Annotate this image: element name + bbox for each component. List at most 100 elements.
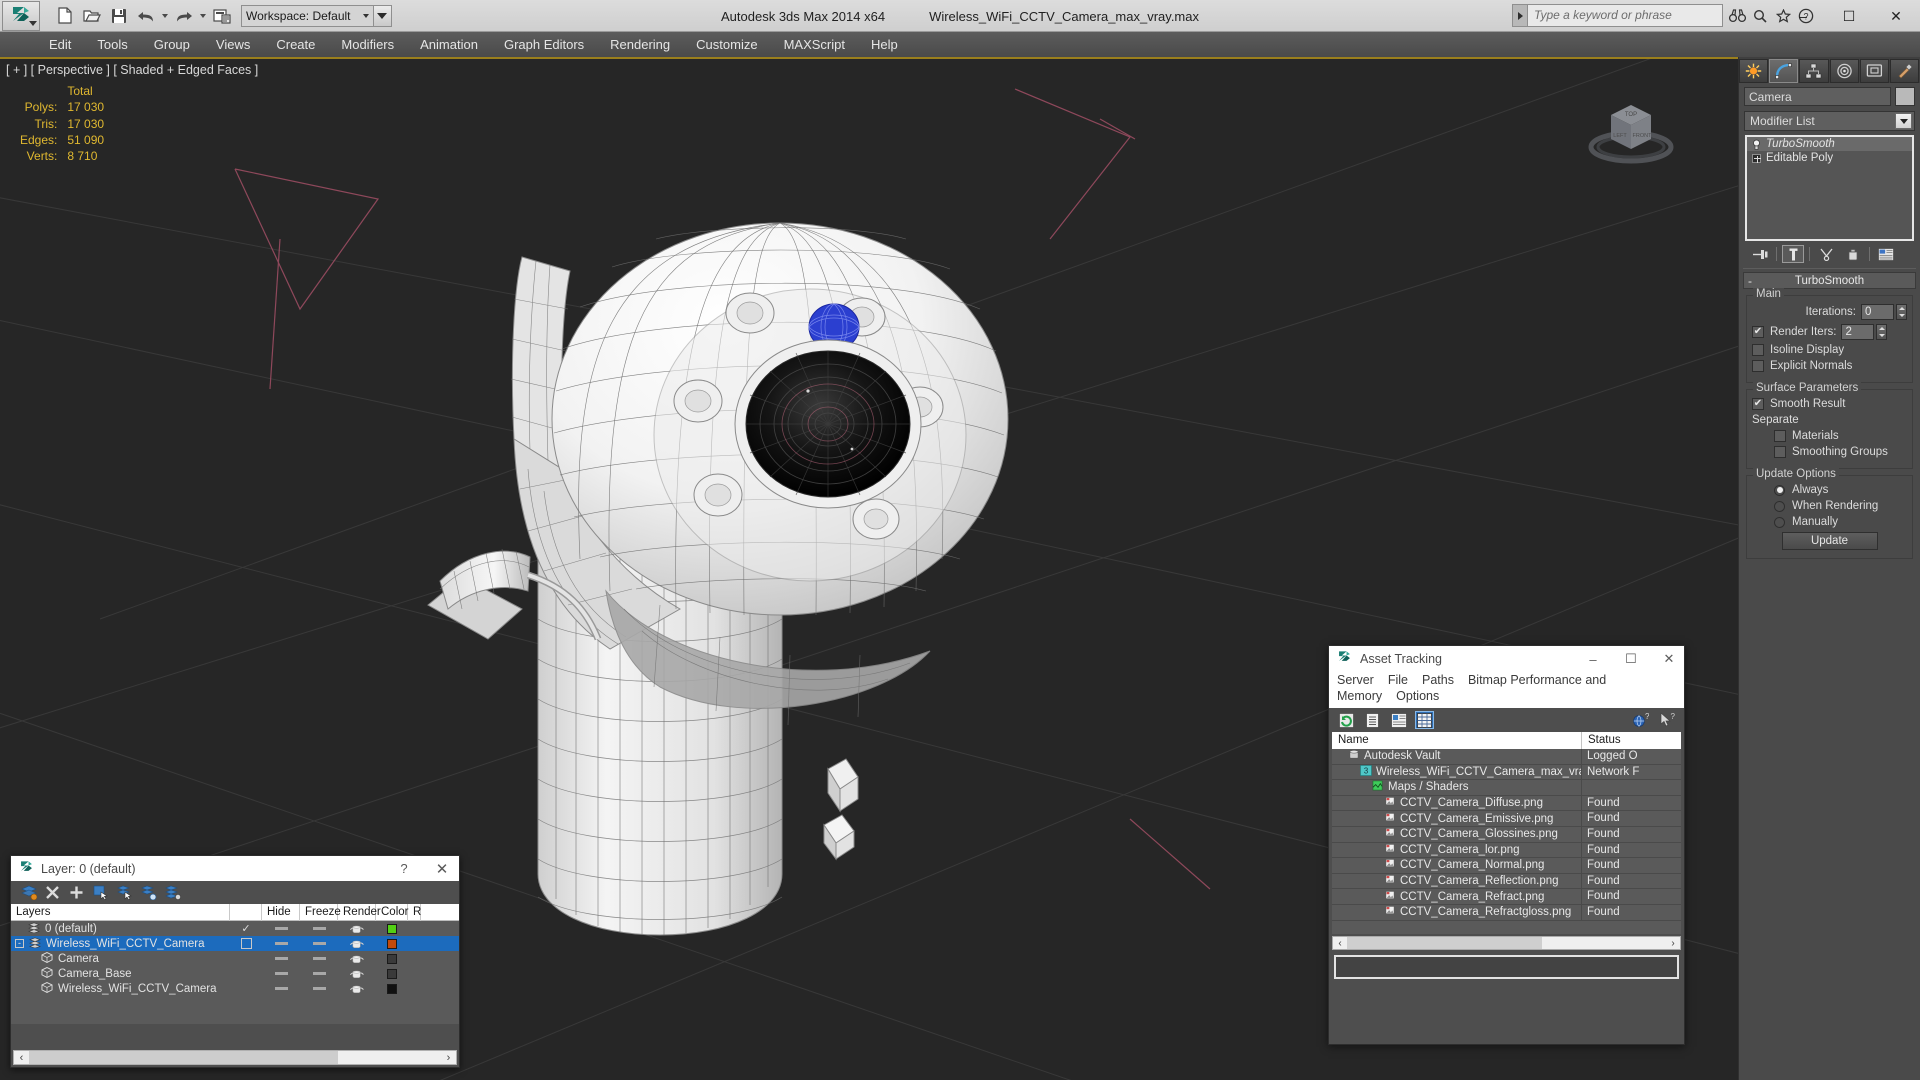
tab-create[interactable] (1739, 59, 1769, 83)
color-swatch[interactable] (387, 953, 397, 964)
check-icon[interactable]: ✓ (241, 922, 250, 935)
layer-hide-cell[interactable] (262, 972, 300, 975)
update-always-radio[interactable] (1774, 484, 1785, 496)
explicit-normals-checkbox[interactable] (1752, 360, 1764, 372)
render-iters-spinner[interactable] (1876, 324, 1888, 340)
render-iters-checkbox[interactable] (1752, 326, 1764, 338)
undo-button[interactable] (133, 4, 159, 28)
menu-item-tools[interactable]: Tools (84, 34, 140, 55)
object-color-swatch[interactable] (1895, 87, 1915, 106)
asset-row[interactable]: CCTV_Camera_lor.png Found (1332, 842, 1681, 859)
maximize-button[interactable]: ☐ (1826, 0, 1872, 32)
chevron-down-icon[interactable] (1895, 113, 1912, 129)
layer-freeze-cell[interactable] (300, 957, 338, 960)
save-file-button[interactable] (106, 4, 132, 28)
tab-hierarchy[interactable] (1799, 59, 1829, 83)
layer-current-cell[interactable]: ✓ (230, 922, 262, 935)
layer-render-cell[interactable] (338, 968, 376, 979)
layer-freeze-cell[interactable] (300, 942, 338, 945)
asset-row-name-cell[interactable]: CCTV_Camera_Normal.png (1332, 858, 1582, 873)
dash-icon[interactable] (274, 927, 288, 930)
materials-row[interactable]: Materials (1752, 430, 1907, 442)
asset-menu-paths[interactable]: Paths (1422, 673, 1454, 687)
viewport-label[interactable]: [ + ] [ Perspective ] [ Shaded + Edged F… (6, 63, 258, 77)
new-file-button[interactable] (52, 4, 78, 28)
show-end-result-icon[interactable] (1782, 245, 1804, 263)
layer-row-name-cell[interactable]: Camera_Base (11, 966, 230, 981)
layer-column-r[interactable]: R (408, 903, 421, 921)
asset-menu-server[interactable]: Server (1337, 673, 1374, 687)
search-box[interactable]: Type a keyword or phrase ? (1512, 4, 1816, 27)
plus-box-icon[interactable] (1751, 153, 1762, 164)
color-swatch[interactable] (387, 968, 397, 979)
layer-freeze-cell[interactable] (300, 927, 338, 930)
dash-icon[interactable] (312, 927, 326, 930)
layer-dialog-titlebar[interactable]: Layer: 0 (default) ? ✕ (11, 856, 459, 881)
menu-item-animation[interactable]: Animation (407, 34, 491, 55)
close-button[interactable]: ✕ (1872, 0, 1920, 32)
asset-row-name-cell[interactable]: CCTV_Camera_Glossines.png (1332, 826, 1582, 842)
search-expand-icon[interactable] (1512, 4, 1527, 27)
asset-scroll-track[interactable] (1347, 937, 1666, 949)
layer-column-color[interactable]: Color (376, 903, 408, 921)
checkbox-icon[interactable] (240, 938, 252, 949)
asset-column-status[interactable]: Status (1582, 732, 1681, 749)
asset-tracking-titlebar[interactable]: Asset Tracking – ☐ ✕ (1329, 646, 1684, 672)
layer-row-name-cell[interactable]: - Wireless_WiFi_CCTV_Camera (11, 937, 230, 951)
update-manually-radio[interactable] (1774, 516, 1785, 528)
asset-menu-file[interactable]: File (1388, 673, 1408, 687)
rollout-collapse-icon[interactable]: - (1748, 274, 1752, 288)
asset-close-button[interactable]: ✕ (1654, 651, 1684, 667)
layer-render-cell[interactable] (338, 983, 376, 994)
layer-row[interactable]: Camera (11, 951, 459, 966)
color-swatch[interactable] (387, 983, 397, 994)
asset-scroll-thumb[interactable] (1347, 937, 1542, 949)
asset-table-body[interactable]: Autodesk Vault Logged O 3 Wireless_WiFi_CCT… (1332, 749, 1681, 934)
menu-item-create[interactable]: Create (263, 34, 328, 55)
dash-icon[interactable] (274, 972, 288, 975)
highlight-selected-objects-icon[interactable] (140, 884, 157, 901)
layer-row[interactable]: Camera_Base (11, 966, 459, 981)
asset-row-name-cell[interactable]: Autodesk Vault (1332, 749, 1582, 764)
menu-item-modifiers[interactable]: Modifiers (328, 34, 407, 55)
layer-freeze-cell[interactable] (300, 972, 338, 975)
project-folder-button[interactable] (209, 4, 235, 28)
open-file-button[interactable] (79, 4, 105, 28)
menu-item-graph-editors[interactable]: Graph Editors (491, 34, 597, 55)
scroll-right-icon[interactable]: › (441, 1052, 456, 1064)
explicit-normals-row[interactable]: Explicit Normals (1752, 360, 1907, 372)
undo-dropdown-icon[interactable] (160, 4, 170, 28)
tab-motion[interactable] (1829, 59, 1859, 83)
layer-horizontal-scrollbar[interactable]: ‹ › (13, 1050, 457, 1065)
layer-render-cell[interactable] (338, 923, 376, 934)
layer-freeze-cell[interactable] (300, 987, 338, 990)
asset-maximize-button[interactable]: ☐ (1616, 651, 1646, 667)
asset-column-name[interactable]: Name (1332, 732, 1582, 749)
make-unique-icon[interactable] (1815, 245, 1837, 263)
asset-menu-options[interactable]: Options (1396, 689, 1439, 703)
select-highlighted-layers-icon[interactable] (116, 884, 133, 901)
layer-dialog[interactable]: Layer: 0 (default) ? ✕ Layers Hide Freez… (10, 855, 460, 1068)
layer-column-blank[interactable] (230, 903, 262, 921)
expander-icon[interactable]: - (15, 939, 24, 948)
viewcube[interactable]: TOP LEFT FRONT (1584, 89, 1678, 175)
color-swatch[interactable] (387, 938, 397, 949)
select-objects-in-layer-icon[interactable] (92, 884, 109, 901)
tab-display[interactable] (1859, 59, 1889, 83)
layer-row-name-cell[interactable]: Camera (11, 951, 230, 966)
layer-row[interactable]: Wireless_WiFi_CCTV_Camera (11, 981, 459, 996)
binoculars-icon[interactable] (1727, 5, 1747, 27)
asset-minimize-button[interactable]: – (1578, 652, 1608, 667)
menu-item-help[interactable]: Help (858, 34, 911, 55)
smoothing-groups-checkbox[interactable] (1774, 446, 1786, 458)
add-to-layer-icon[interactable] (68, 884, 85, 901)
asset-row[interactable]: CCTV_Camera_Reflection.png Found (1332, 873, 1681, 890)
cctv-camera-model[interactable] (410, 139, 1110, 939)
layer-color-cell[interactable] (376, 953, 408, 964)
layer-column-hide[interactable]: Hide (262, 903, 300, 921)
asset-status-field[interactable] (1334, 955, 1679, 979)
layer-render-cell[interactable] (338, 938, 376, 949)
render-iters-input[interactable]: 2 (1841, 324, 1875, 340)
asset-tracking-dialog[interactable]: Asset Tracking – ☐ ✕ Server File Paths Bitm… (1328, 645, 1685, 1045)
asset-row[interactable]: CCTV_Camera_Glossines.png Found (1332, 826, 1681, 843)
